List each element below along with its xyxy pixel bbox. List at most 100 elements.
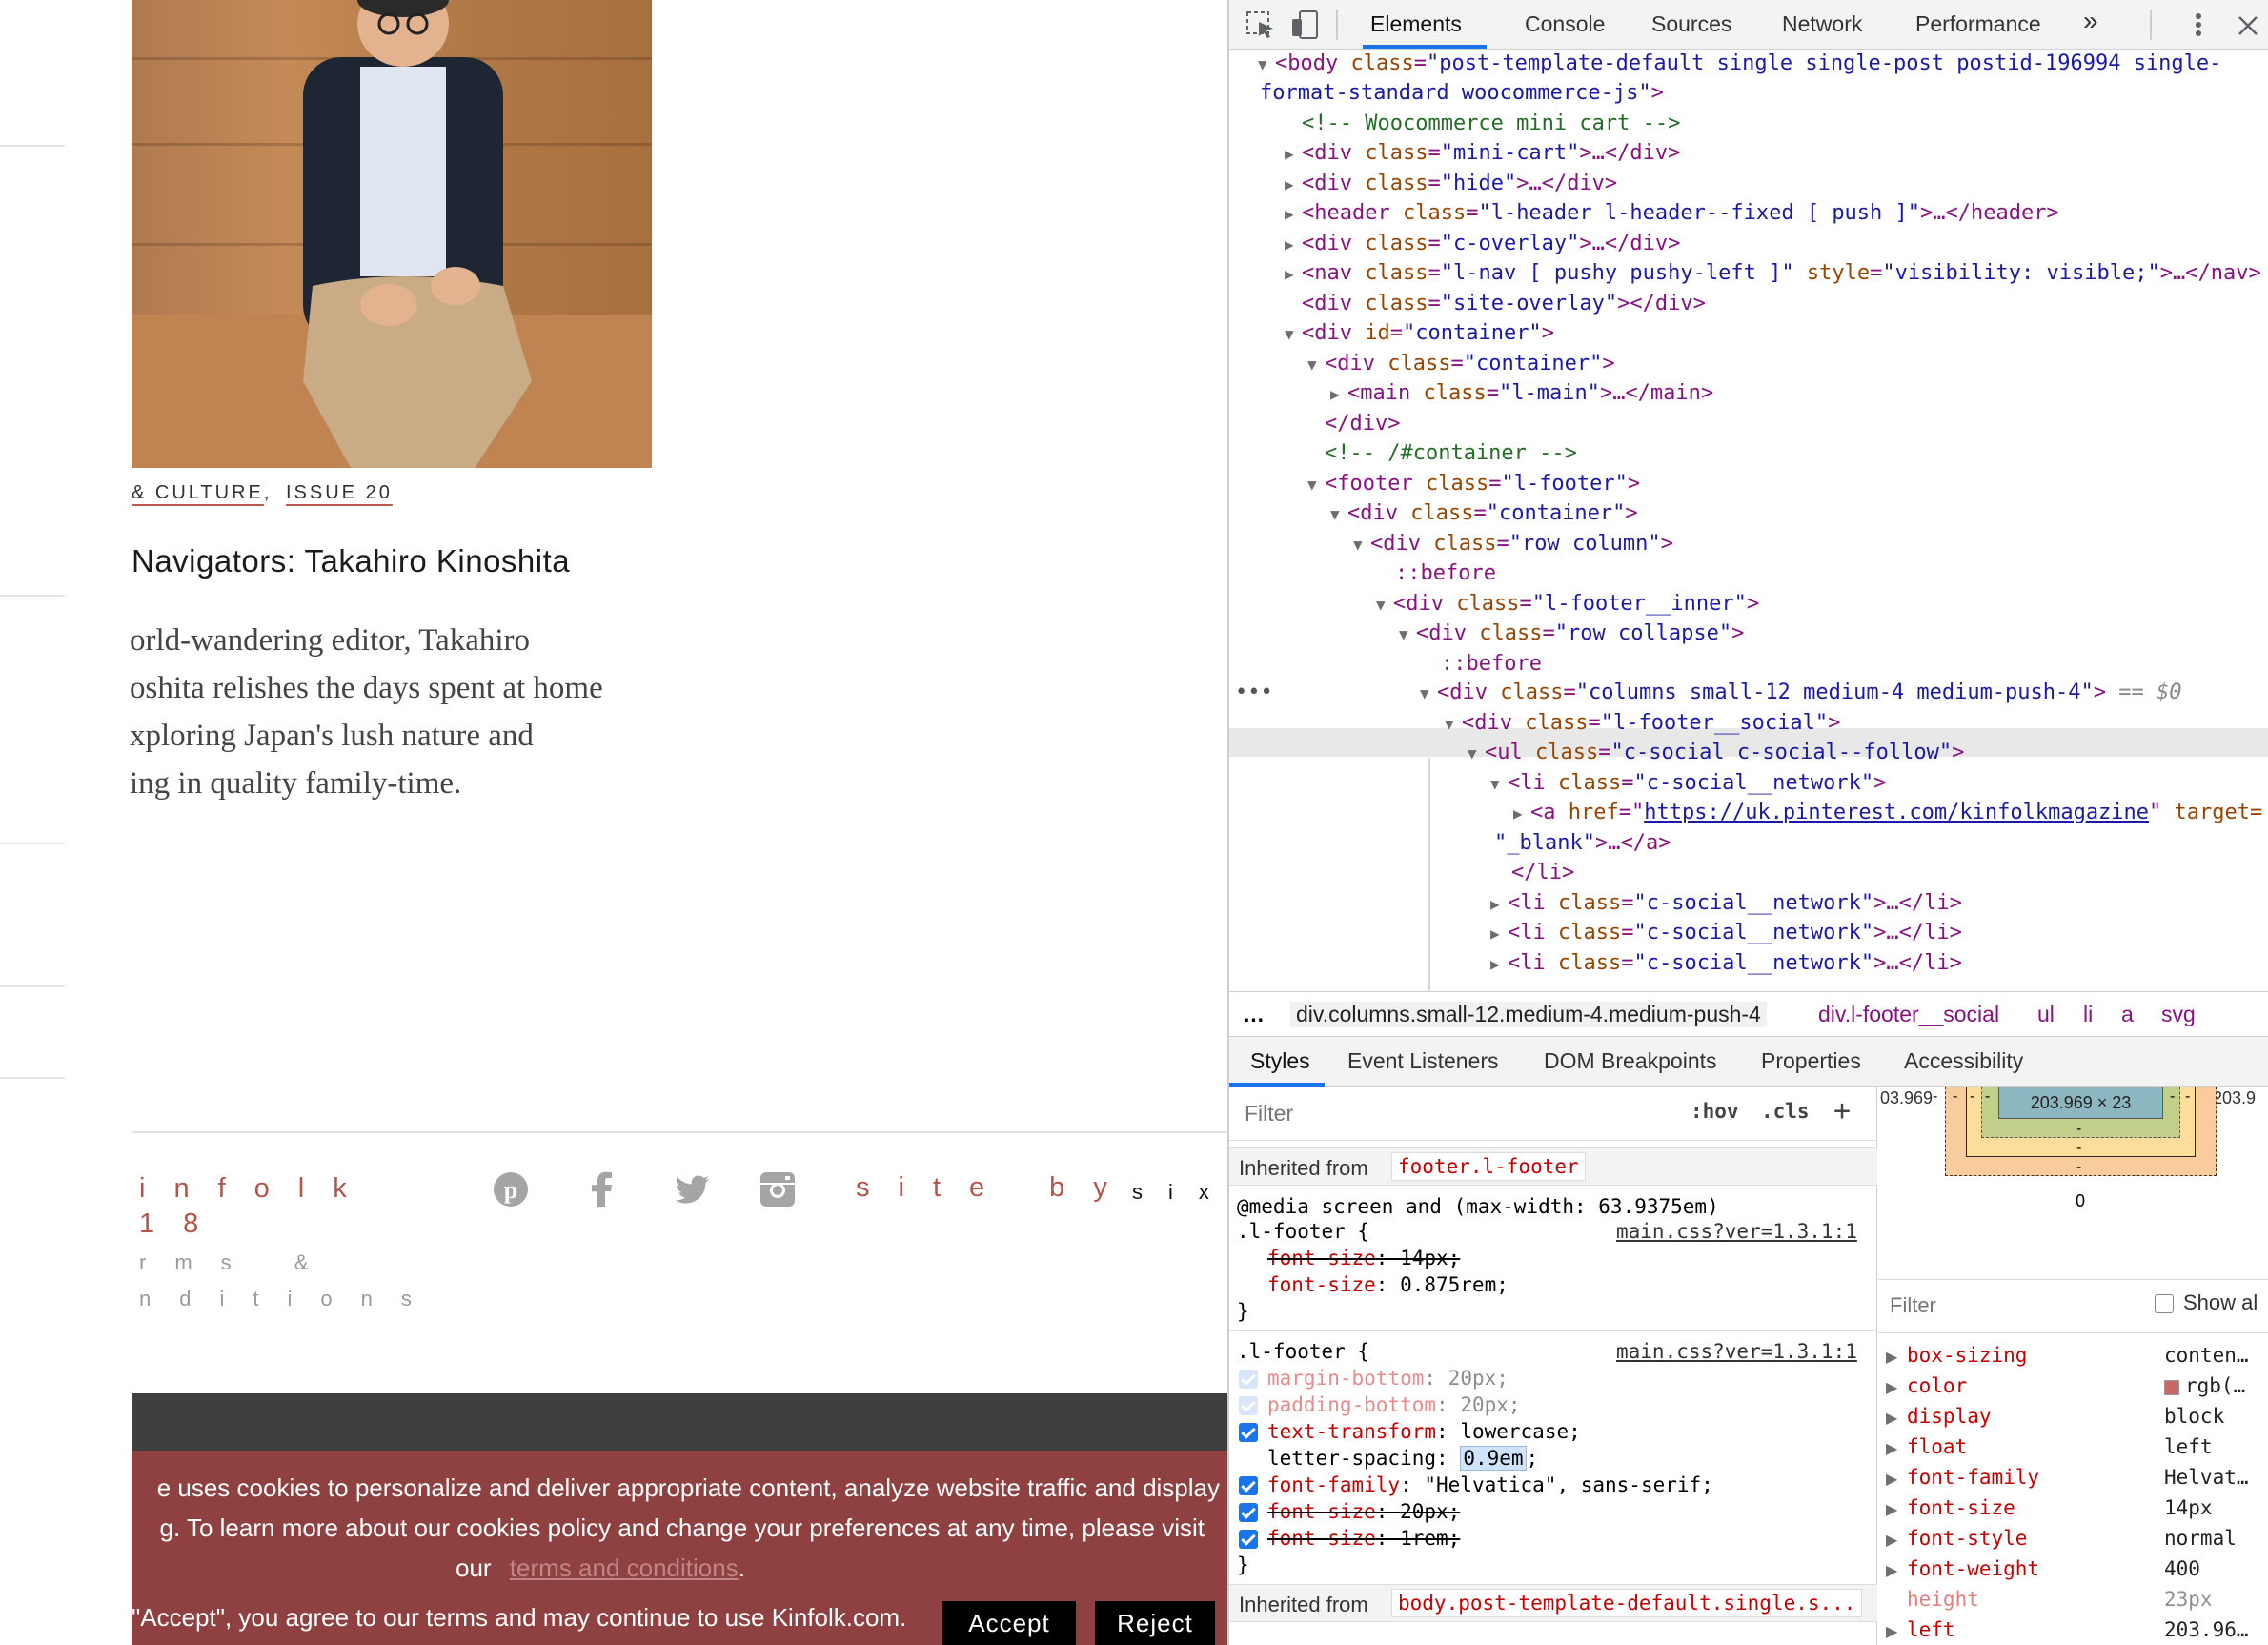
rule-selector[interactable]: .l-footer { xyxy=(1237,1340,1369,1363)
breadcrumb-item[interactable]: li xyxy=(2083,1002,2093,1027)
computed-property[interactable]: ▶ color rgb(… xyxy=(1878,1372,2268,1403)
computed-property[interactable]: ▶ box-sizing conten… xyxy=(1878,1342,2268,1372)
declaration-checkbox[interactable] xyxy=(1239,1530,1258,1549)
article-photo[interactable] xyxy=(132,0,652,468)
computed-property[interactable]: ▶ font-family Helvat… xyxy=(1878,1464,2268,1494)
category-link[interactable]: & CULTURE xyxy=(132,482,264,503)
tab-properties[interactable]: Properties xyxy=(1761,1048,1861,1074)
hover-state-toggle[interactable]: :hov xyxy=(1691,1100,1739,1123)
css-declaration[interactable]: font-size: 0.875rem; xyxy=(1267,1273,1509,1296)
css-declaration[interactable]: font-family: "Helvatica", sans-serif; xyxy=(1239,1473,1713,1496)
tab-performance[interactable]: Performance xyxy=(1915,11,2041,37)
color-swatch[interactable] xyxy=(2164,1380,2179,1395)
dom-node-header[interactable]: ▶ <header class="l-header l-header--fixed… xyxy=(1285,199,2059,228)
declaration-checkbox[interactable] xyxy=(1239,1396,1258,1415)
more-tabs-button[interactable]: » xyxy=(2083,6,2098,36)
declaration-checkbox[interactable] xyxy=(1239,1503,1258,1522)
css-declaration-editing[interactable]: letter-spacing: 0.9em; xyxy=(1267,1446,1538,1471)
new-rule-button[interactable]: + xyxy=(1833,1094,1851,1127)
computed-property[interactable]: ▶ font-size 14px xyxy=(1878,1494,2268,1525)
twitter-icon[interactable] xyxy=(673,1170,711,1208)
value-editor[interactable]: 0.9em xyxy=(1460,1446,1527,1471)
tab-sources[interactable]: Sources xyxy=(1651,11,1731,37)
css-declaration[interactable]: text-transform: lowercase; xyxy=(1239,1420,1581,1443)
dom-comment[interactable]: <!-- Woocommerce mini cart --> xyxy=(1302,110,1680,138)
dom-node-columns-selected[interactable]: ▼ <div class="columns small-12 medium-4 m… xyxy=(1420,679,2182,707)
dom-node-main[interactable]: ▶ <main class="l-main">…</main> xyxy=(1330,379,1713,408)
css-declaration[interactable]: font-size: 20px; xyxy=(1239,1500,1460,1523)
inherited-selector-link[interactable]: body.post-template-default.single.s... xyxy=(1391,1589,1862,1617)
tab-dom-breakpoints[interactable]: DOM Breakpoints xyxy=(1544,1048,1717,1074)
box-model-content[interactable]: 203.969 × 23 xyxy=(1998,1087,2163,1119)
facebook-icon[interactable] xyxy=(583,1170,621,1208)
css-declaration[interactable]: margin-bottom: 20px; xyxy=(1239,1367,1509,1390)
computed-property[interactable]: ▶ font-style normal xyxy=(1878,1525,2268,1555)
inspect-element-icon[interactable] xyxy=(1245,10,1277,40)
tab-styles[interactable]: Styles xyxy=(1250,1048,1310,1074)
dom-node-li[interactable]: ▶ <li class="c-social__network">…</li> xyxy=(1490,919,1962,947)
breadcrumb-item[interactable]: div.l-footer__social xyxy=(1818,1002,1999,1027)
tab-elements[interactable]: Elements xyxy=(1370,11,1462,37)
pinterest-icon[interactable]: p xyxy=(492,1170,530,1208)
rule-selector[interactable]: .l-footer { xyxy=(1237,1220,1369,1243)
dom-comment[interactable]: <!-- /#container --> xyxy=(1325,439,1577,468)
computed-property[interactable]: height 23px xyxy=(1878,1586,2268,1616)
css-declaration[interactable]: padding-bottom: 20px; xyxy=(1239,1393,1521,1416)
terms-and-conditions-link[interactable]: terms and conditions xyxy=(510,1554,739,1582)
dom-node-li[interactable]: ▶ <li class="c-social__network">…</li> xyxy=(1490,949,1962,978)
dom-node-minicart[interactable]: ▶ <div class="mini-cart">…</div> xyxy=(1285,139,1680,168)
close-icon[interactable] xyxy=(2236,10,2260,40)
tab-console[interactable]: Console xyxy=(1525,11,1605,37)
computed-filter-input[interactable] xyxy=(1884,1287,2141,1325)
accept-button[interactable]: Accept xyxy=(942,1601,1076,1645)
dom-node-footer-container[interactable]: ▼ <div class="container"> xyxy=(1330,499,1638,528)
computed-property[interactable]: ▶ left 203.96… xyxy=(1878,1616,2268,1645)
dom-node-row-collapse[interactable]: ▼ <div class="row collapse"> xyxy=(1399,619,1744,648)
styles-filter-input[interactable] xyxy=(1237,1094,1666,1132)
tab-accessibility[interactable]: Accessibility xyxy=(1904,1048,2023,1074)
dom-node-footer-social[interactable]: ▼ <div class="l-footer__social"> xyxy=(1445,709,1840,738)
breadcrumb-item[interactable]: ul xyxy=(2037,1002,2055,1027)
reject-button[interactable]: Reject xyxy=(1095,1601,1215,1645)
declaration-checkbox[interactable] xyxy=(1239,1370,1258,1389)
source-link[interactable]: main.css?ver=1.3.1:1 xyxy=(1616,1220,1857,1243)
dom-node-overlay[interactable]: ▶ <div class="c-overlay">…</div> xyxy=(1285,230,1680,258)
source-link[interactable]: main.css?ver=1.3.1:1 xyxy=(1616,1340,1857,1363)
show-all-checkbox[interactable] xyxy=(2155,1294,2174,1313)
computed-property[interactable]: ▶ display block xyxy=(1878,1403,2268,1433)
css-declaration[interactable]: font-size: 14px; xyxy=(1267,1247,1460,1269)
more-options-icon[interactable] xyxy=(2192,10,2205,40)
breadcrumb-more[interactable]: … xyxy=(1243,1002,1265,1027)
article-title[interactable]: Navigators: Takahiro Kinoshita xyxy=(132,543,570,579)
dom-node-li[interactable]: ▶ <li class="c-social__network">…</li> xyxy=(1490,889,1962,918)
breadcrumb-item[interactable]: div.columns.small-12.medium-4.medium-pus… xyxy=(1290,1002,1767,1027)
dom-pseudo-before[interactable]: ::before xyxy=(1395,559,1496,588)
dom-node-ul[interactable]: ▼ <ul class="c-social c-social--follow"> xyxy=(1468,739,1964,767)
instagram-icon[interactable] xyxy=(759,1170,797,1208)
tab-network[interactable]: Network xyxy=(1782,11,1862,37)
breadcrumb-item[interactable]: svg xyxy=(2161,1002,2196,1027)
terms-link[interactable]: rms & xyxy=(139,1250,336,1275)
node-actions-ellipsis[interactable]: ••• xyxy=(1235,679,1273,707)
declaration-checkbox[interactable] xyxy=(1239,1423,1258,1442)
declaration-checkbox[interactable] xyxy=(1239,1476,1258,1495)
dom-node-li[interactable]: ▼ <li class="c-social__network"> xyxy=(1490,769,1886,798)
dom-node-footer[interactable]: ▼ <footer class="l-footer"> xyxy=(1307,470,1640,498)
dom-node-footer-inner[interactable]: ▼ <div class="l-footer__inner"> xyxy=(1376,590,1759,619)
dom-node-container-id[interactable]: ▼ <div id="container"> xyxy=(1285,319,1554,348)
computed-property[interactable]: ▶ float left xyxy=(1878,1433,2268,1464)
class-toggle[interactable]: .cls xyxy=(1761,1100,1810,1123)
dom-pseudo-before[interactable]: ::before xyxy=(1441,650,1542,679)
inherited-selector-link[interactable]: footer.l-footer xyxy=(1391,1152,1586,1181)
issue-link[interactable]: ISSUE 20 xyxy=(286,482,393,503)
dom-node-body[interactable]: ▼ <body class="post-template-default sing… xyxy=(1258,50,2221,78)
dom-node-container[interactable]: ▼ <div class="container"> xyxy=(1307,350,1615,378)
dom-node-hide[interactable]: ▶ <div class="hide">…</div> xyxy=(1285,170,1617,198)
tab-event-listeners[interactable]: Event Listeners xyxy=(1347,1048,1499,1074)
css-declaration[interactable]: font-size: 1rem; xyxy=(1239,1527,1460,1550)
footer-brand[interactable]: infolk xyxy=(139,1173,375,1205)
computed-property[interactable]: ▶ font-weight 400 xyxy=(1878,1555,2268,1586)
dom-node-site-overlay[interactable]: <div class="site-overlay"></div> xyxy=(1302,290,1706,318)
dom-node-row-column[interactable]: ▼ <div class="row column"> xyxy=(1353,530,1673,558)
dom-node-a[interactable]: ▶ <a href="https://uk.pinterest.com/kinfo… xyxy=(1513,799,2262,827)
